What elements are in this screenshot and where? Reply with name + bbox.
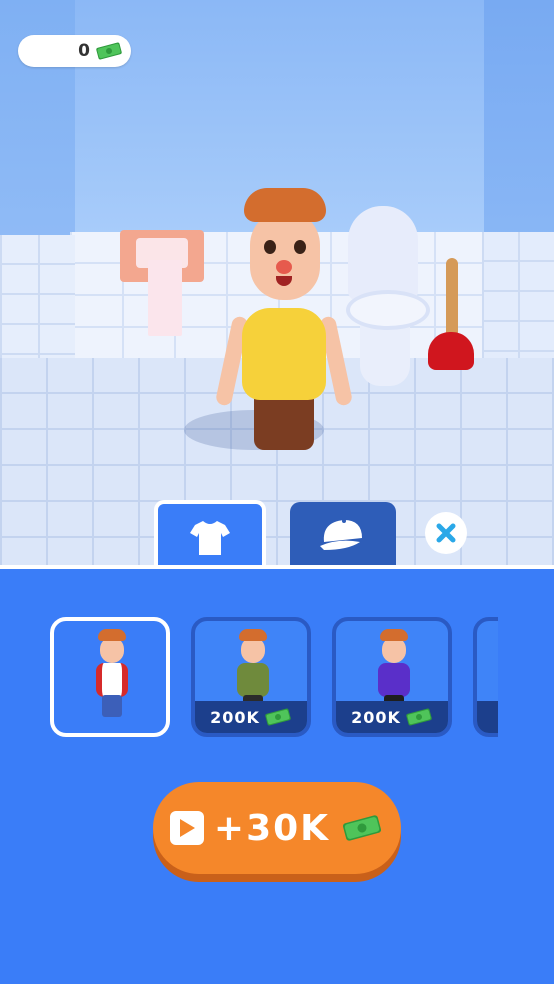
toilet-bowl bbox=[346, 290, 430, 330]
close-button[interactable] bbox=[425, 512, 467, 554]
cash-icon bbox=[340, 813, 384, 843]
character-left-eye bbox=[264, 240, 276, 254]
toilet bbox=[342, 206, 432, 386]
watch-ad-reward-button[interactable]: +30K bbox=[153, 782, 401, 874]
character-right-eye bbox=[294, 240, 306, 254]
cash-icon bbox=[95, 41, 123, 61]
tab-shirt[interactable] bbox=[154, 500, 266, 572]
skin-price: 200K bbox=[351, 707, 401, 727]
shop-panel: 200K 200K +30K bbox=[0, 565, 554, 984]
cap-icon bbox=[320, 519, 362, 550]
toilet-tank bbox=[348, 206, 418, 301]
cash-icon bbox=[405, 707, 433, 727]
skin-card-purple[interactable]: 200K bbox=[332, 617, 452, 737]
tab-cap[interactable] bbox=[290, 502, 396, 566]
plunger bbox=[426, 258, 476, 373]
bathroom-scene bbox=[0, 0, 554, 568]
skin-card-red[interactable] bbox=[50, 617, 170, 737]
skin-price-bar bbox=[477, 701, 498, 733]
skins-list: 200K 200K bbox=[48, 617, 498, 739]
character-nose bbox=[276, 260, 292, 274]
video-play-icon bbox=[169, 811, 204, 845]
tshirt-icon bbox=[190, 521, 230, 555]
plunger-stick bbox=[446, 258, 458, 338]
skin-price-bar: 200K bbox=[195, 701, 307, 733]
toilet-paper-holder bbox=[120, 230, 204, 336]
skin-card-partial[interactable] bbox=[473, 617, 498, 737]
toilet-paper-sheet bbox=[148, 260, 182, 336]
coin-counter: 0 bbox=[18, 35, 131, 67]
skin-price: 200K bbox=[210, 707, 260, 727]
character-shirt bbox=[242, 308, 326, 400]
player-character bbox=[184, 180, 354, 460]
skin-preview-red bbox=[92, 629, 132, 717]
reward-amount: +30K bbox=[213, 807, 331, 849]
plunger-cup bbox=[428, 332, 474, 370]
character-hair bbox=[244, 188, 326, 222]
close-icon bbox=[436, 523, 456, 543]
cash-icon bbox=[264, 707, 292, 727]
skin-card-camo[interactable]: 200K bbox=[191, 617, 311, 737]
character-face bbox=[250, 210, 320, 300]
coin-count: 0 bbox=[78, 41, 90, 61]
skin-price-bar: 200K bbox=[336, 701, 448, 733]
